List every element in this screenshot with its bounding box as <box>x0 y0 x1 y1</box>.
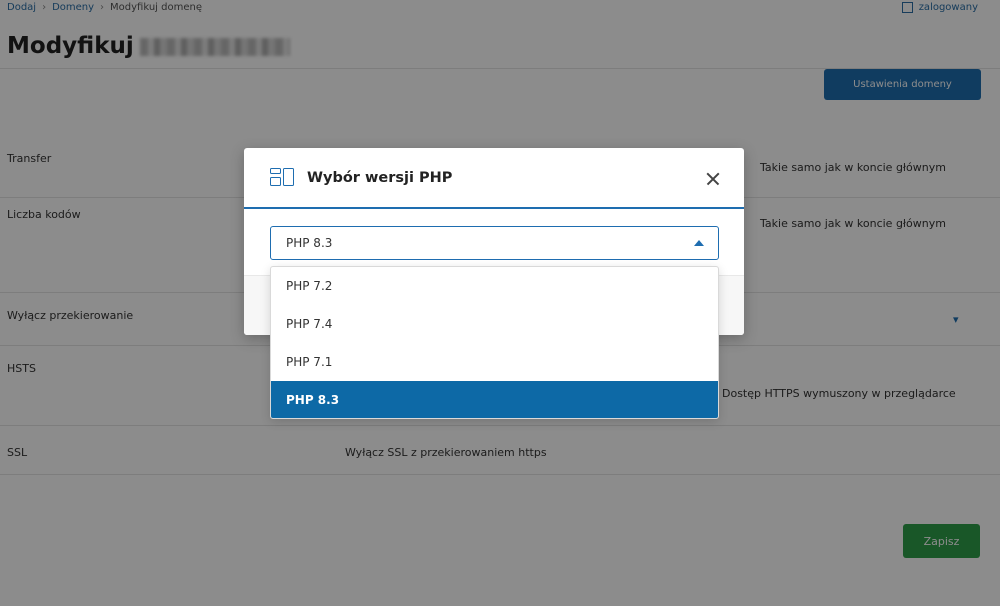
option-php-7-1[interactable]: PHP 7.1 <box>271 343 718 381</box>
layout-icon <box>270 167 296 188</box>
option-php-7-4[interactable]: PHP 7.4 <box>271 305 718 343</box>
caret-up-icon <box>694 240 704 246</box>
modal-title: Wybór wersji PHP <box>307 169 453 186</box>
select-value: PHP 8.3 <box>286 236 333 250</box>
php-version-options: PHP 7.2 PHP 7.4 PHP 7.1 PHP 8.3 <box>270 266 719 419</box>
modal-header: Wybór wersji PHP <box>244 148 744 209</box>
option-php-7-2[interactable]: PHP 7.2 <box>271 267 718 305</box>
php-version-select[interactable]: PHP 8.3 <box>270 226 719 260</box>
option-php-8-3[interactable]: PHP 8.3 <box>271 381 718 418</box>
close-icon[interactable] <box>702 168 724 190</box>
